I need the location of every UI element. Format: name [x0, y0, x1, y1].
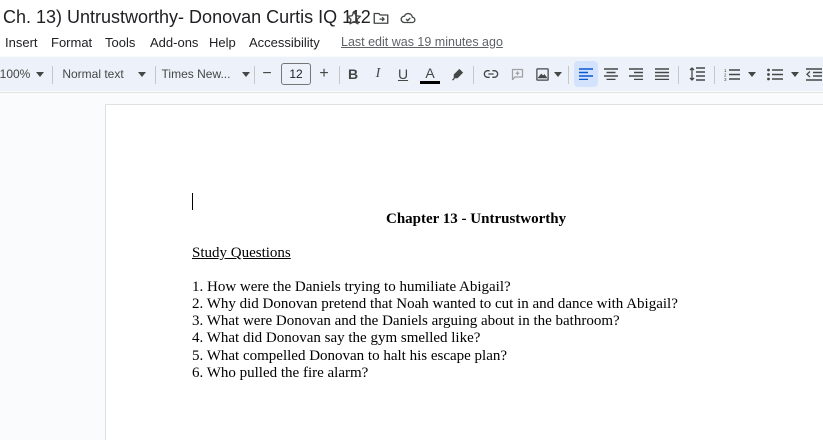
align-right-button[interactable]: [625, 61, 647, 87]
bold-button[interactable]: B: [342, 61, 364, 87]
italic-button[interactable]: I: [367, 61, 389, 87]
chevron-down-icon: [553, 71, 562, 77]
text-cursor: [192, 193, 193, 210]
svg-text:3: 3: [724, 77, 727, 81]
document-title[interactable]: Ch. 13) Untrustworthy- Donovan Curtis IQ…: [3, 7, 371, 28]
style-value: Normal text: [62, 67, 124, 81]
bulleted-list-button[interactable]: [764, 61, 802, 87]
toolbar-divider: [714, 66, 715, 84]
star-icon[interactable]: [345, 9, 363, 27]
move-to-folder-icon[interactable]: [372, 9, 390, 27]
menu-bar: Insert Format Tools Add-ons Help Accessi…: [0, 34, 823, 56]
document-heading: Chapter 13 - Untrustworthy: [386, 211, 567, 227]
question-item: 6. Who pulled the fire alarm?: [192, 365, 369, 381]
line-spacing-button[interactable]: [685, 61, 709, 87]
menu-accessibility[interactable]: Accessibility: [249, 35, 320, 50]
question-item: 3. What were Donovan and the Daniels arg…: [192, 313, 620, 329]
toolbar-divider: [473, 66, 474, 84]
align-left-icon: [579, 68, 593, 80]
cloud-status-icon[interactable]: [399, 9, 417, 27]
chevron-down-icon: [748, 71, 756, 77]
document-subheading: Study Questions: [192, 245, 291, 261]
insert-image-button[interactable]: [533, 61, 563, 87]
font-select[interactable]: Times New...: [161, 61, 251, 87]
underline-button[interactable]: U: [392, 61, 414, 87]
question-item: 5. What compelled Donovan to halt his es…: [192, 348, 508, 364]
align-center-icon: [604, 68, 618, 80]
question-item: 2. Why did Donovan pretend that Noah wan…: [192, 296, 678, 312]
highlight-color-button[interactable]: [446, 61, 468, 87]
question-item: 1. How were the Daniels trying to humili…: [192, 279, 511, 295]
toolbar-divider: [52, 66, 53, 84]
chevron-down-icon: [137, 71, 146, 77]
increase-font-size-button[interactable]: +: [313, 61, 335, 87]
menu-format[interactable]: Format: [51, 35, 92, 50]
toolbar-divider: [678, 66, 679, 84]
zoom-select[interactable]: 100%: [0, 61, 45, 87]
chevron-down-icon: [242, 71, 251, 77]
numbered-list-icon: 123: [724, 68, 740, 81]
toolbar-divider: [254, 66, 255, 84]
chevron-down-icon: [36, 71, 45, 77]
document-page[interactable]: [106, 105, 823, 440]
chevron-down-icon: [791, 71, 799, 77]
menu-insert[interactable]: Insert: [5, 35, 38, 50]
style-select[interactable]: Normal text: [60, 61, 148, 87]
text-color-button[interactable]: A: [419, 61, 441, 87]
last-edit-link[interactable]: Last edit was 19 minutes ago: [341, 35, 503, 49]
justify-button[interactable]: [651, 61, 673, 87]
decrease-indent-icon: [806, 67, 822, 81]
toolbar-divider: [339, 66, 340, 84]
menu-help[interactable]: Help: [209, 35, 236, 50]
line-spacing-icon: [689, 67, 705, 81]
decrease-font-size-button[interactable]: −: [256, 61, 278, 87]
toolbar-divider: [155, 66, 156, 84]
bulleted-list-icon: [767, 68, 783, 81]
menu-add-ons[interactable]: Add-ons: [150, 35, 198, 50]
text-color-letter: A: [425, 64, 435, 81]
question-item: 4. What did Donovan say the gym smelled …: [192, 330, 481, 346]
highlighter-icon: [450, 67, 465, 82]
insert-link-button[interactable]: [480, 61, 502, 87]
toolbar-divider: [568, 66, 569, 84]
align-center-button[interactable]: [600, 61, 622, 87]
comment-icon: [510, 67, 525, 82]
title-bar: Ch. 13) Untrustworthy- Donovan Curtis IQ…: [0, 0, 823, 34]
numbered-list-button[interactable]: 123: [720, 61, 760, 87]
menu-tools[interactable]: Tools: [105, 35, 135, 50]
decrease-indent-button[interactable]: [806, 61, 823, 87]
add-comment-button[interactable]: [506, 61, 528, 87]
font-value: Times New...: [161, 67, 231, 81]
align-right-icon: [629, 68, 643, 80]
zoom-value: 100%: [0, 67, 31, 81]
align-justify-icon: [655, 68, 669, 80]
image-icon: [535, 67, 550, 82]
text-color-swatch: [420, 80, 440, 84]
font-size-input[interactable]: 12: [281, 63, 311, 85]
link-icon: [483, 66, 499, 82]
align-left-button[interactable]: [574, 61, 598, 87]
toolbar: 100% Normal text Times New... − 12 + B I…: [0, 61, 823, 87]
